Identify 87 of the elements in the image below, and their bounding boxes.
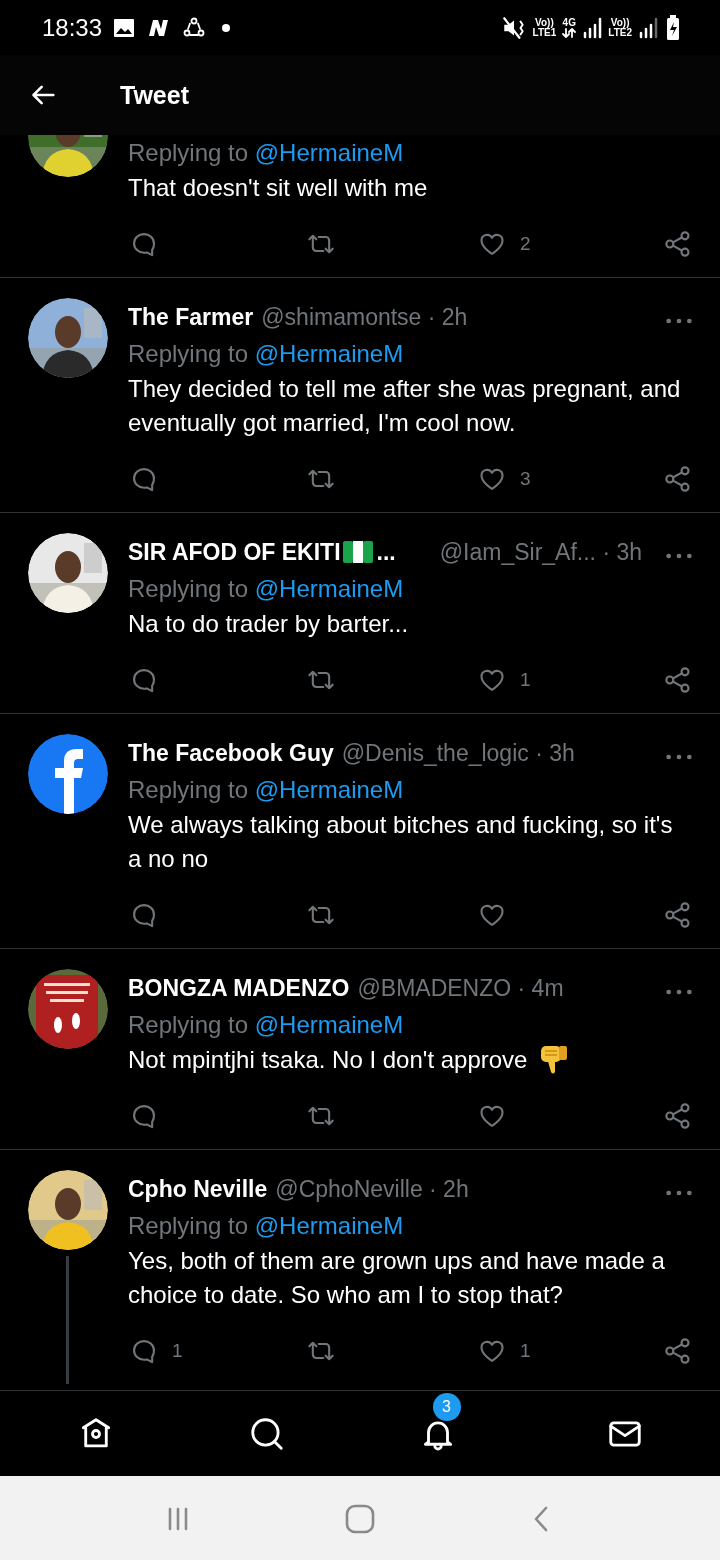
battery-icon (664, 13, 682, 42)
tweet-card[interactable]: SIR AFOD OF EKITI ... @Iam_Sir_Af... · 3h Replying to @HermaineM Na to do trader by barter... 1 (0, 513, 720, 714)
mention-link[interactable]: @HermaineM (254, 1011, 404, 1038)
reply-button[interactable]: 1 (130, 1337, 305, 1365)
share-button[interactable] (664, 230, 692, 258)
display-name: SIR AFOD OF EKITI (128, 538, 341, 566)
status-time: 18:33 (42, 13, 103, 42)
share-button[interactable] (664, 1337, 692, 1365)
like-button[interactable]: 1 (478, 666, 664, 694)
replying-to-text: Replying to @HermaineM (128, 339, 405, 369)
like-count: 1 (520, 1340, 531, 1362)
volte-label: Vo)) (535, 17, 554, 28)
dot-icon (222, 23, 231, 32)
share-icon (664, 1337, 692, 1365)
more-icon (666, 1188, 692, 1197)
reply-icon (130, 1337, 158, 1365)
handle-and-time: @BMADENZO · 4m (357, 974, 564, 1002)
data-arrows-icon (562, 27, 577, 38)
display-name: The Facebook Guy (128, 739, 334, 767)
more-icon (666, 752, 692, 761)
tweet-text: Na to do trader by barter... (128, 609, 410, 639)
replying-to-text: Replying to @HermaineM (128, 1010, 405, 1040)
volte-label: Vo)) (610, 17, 630, 28)
replying-to-text: Replying to @HermaineM (128, 138, 405, 168)
like-button[interactable]: 2 (478, 230, 664, 258)
facebook-logo-icon (28, 734, 108, 814)
name-ellipsis: ... (376, 538, 396, 566)
share-button[interactable] (664, 666, 692, 694)
share-icon (664, 666, 692, 694)
more-icon (666, 316, 692, 325)
tweet-card[interactable]: BONGZA MADENZO @BMADENZO · 4m Replying to @HermaineM Not mpintjhi tsaka. No I don't approve (0, 949, 720, 1150)
tweet-text: They decided to tell me after she was pregnant, and eventually got married, I'm cool now. (128, 374, 682, 438)
replying-to-text: Replying to @HermaineM (128, 1211, 405, 1241)
notification-badge: 3 (432, 1392, 461, 1421)
like-count: 1 (520, 669, 531, 691)
sim-label: LTE2 (608, 27, 632, 38)
handle-and-time: @CphoNeville · 2h (275, 1175, 469, 1203)
tweet-card[interactable]: Cpho Neville @CphoNeville · 2h Replying to @HermaineM Yes, both of them are grown ups and have made a choice to date. So who am I to stop that? 1 1 (0, 1150, 720, 1390)
display-name: BONGZA MADENZO (128, 974, 350, 1002)
nigeria-flag-icon (342, 541, 373, 563)
home-button[interactable] (344, 1502, 376, 1535)
share-button[interactable] (664, 465, 692, 493)
mention-link[interactable]: @HermaineM (254, 1212, 404, 1239)
thumbs-down-icon (539, 1044, 570, 1076)
tweet-text: Not mpintjhi tsaka. No I don't approve (128, 1045, 529, 1075)
tweet-text: We always talking about bitches and fucking, so it's a no no (128, 810, 674, 874)
like-count: 2 (520, 233, 531, 255)
tweet-card[interactable]: Replying to @HermaineM That doesn't sit well with me 2 (0, 135, 720, 278)
more-icon (666, 987, 692, 996)
replying-to-text: Replying to @HermaineM (128, 775, 405, 805)
reply-icon (130, 465, 158, 493)
like-count: 3 (520, 468, 531, 490)
signal-icon (582, 16, 603, 39)
share-icon (664, 1102, 692, 1130)
page-title: Tweet (120, 80, 189, 110)
handle-and-time: @Iam_Sir_Af... · 3h (439, 538, 643, 566)
signal-icon (638, 16, 658, 39)
tweet-card[interactable]: The Farmer @shimamontse · 2h Replying to @HermaineM They decided to tell me after she was pregnant, and eventually got married, I'm cool now. 3 (0, 278, 720, 513)
handle-and-time: @shimamontse · 2h (261, 303, 468, 331)
reply-icon (130, 230, 158, 258)
tweet-text: That doesn't sit well with me (128, 173, 429, 203)
like-button[interactable]: 1 (478, 1337, 664, 1365)
handle-and-time: @Denis_the_logic · 3h (341, 739, 575, 767)
more-icon (666, 551, 692, 560)
share-icon (664, 901, 692, 929)
share-icon (664, 465, 692, 493)
share-icon (664, 230, 692, 258)
share-button[interactable] (664, 901, 692, 929)
mention-link[interactable]: @HermaineM (254, 776, 404, 803)
display-name: The Farmer (128, 303, 254, 331)
mention-link[interactable]: @HermaineM (254, 340, 404, 367)
reply-icon (130, 666, 158, 694)
display-name: Cpho Neville (128, 1175, 268, 1203)
mute-icon (500, 14, 527, 41)
sim-label: LTE1 (532, 27, 557, 38)
like-button[interactable]: 3 (478, 465, 664, 493)
share-button[interactable] (664, 1102, 692, 1130)
mention-link[interactable]: @HermaineM (254, 139, 404, 166)
home-square-icon (344, 1502, 376, 1535)
reply-icon (130, 1102, 158, 1130)
network-type-label: 4G (562, 17, 576, 28)
reply-count: 1 (172, 1340, 183, 1362)
tweet-card[interactable]: The Facebook Guy @Denis_the_logic · 3h Replying to @HermaineM We always talking about bitches and fucking, so it's a no no (0, 714, 720, 949)
replying-to-text: Replying to @HermaineM (128, 574, 405, 604)
mention-link[interactable]: @HermaineM (254, 575, 404, 602)
tweet-text: Yes, both of them are grown ups and have made a choice to date. So who am I to stop that? (128, 1246, 666, 1310)
reply-icon (130, 901, 158, 929)
